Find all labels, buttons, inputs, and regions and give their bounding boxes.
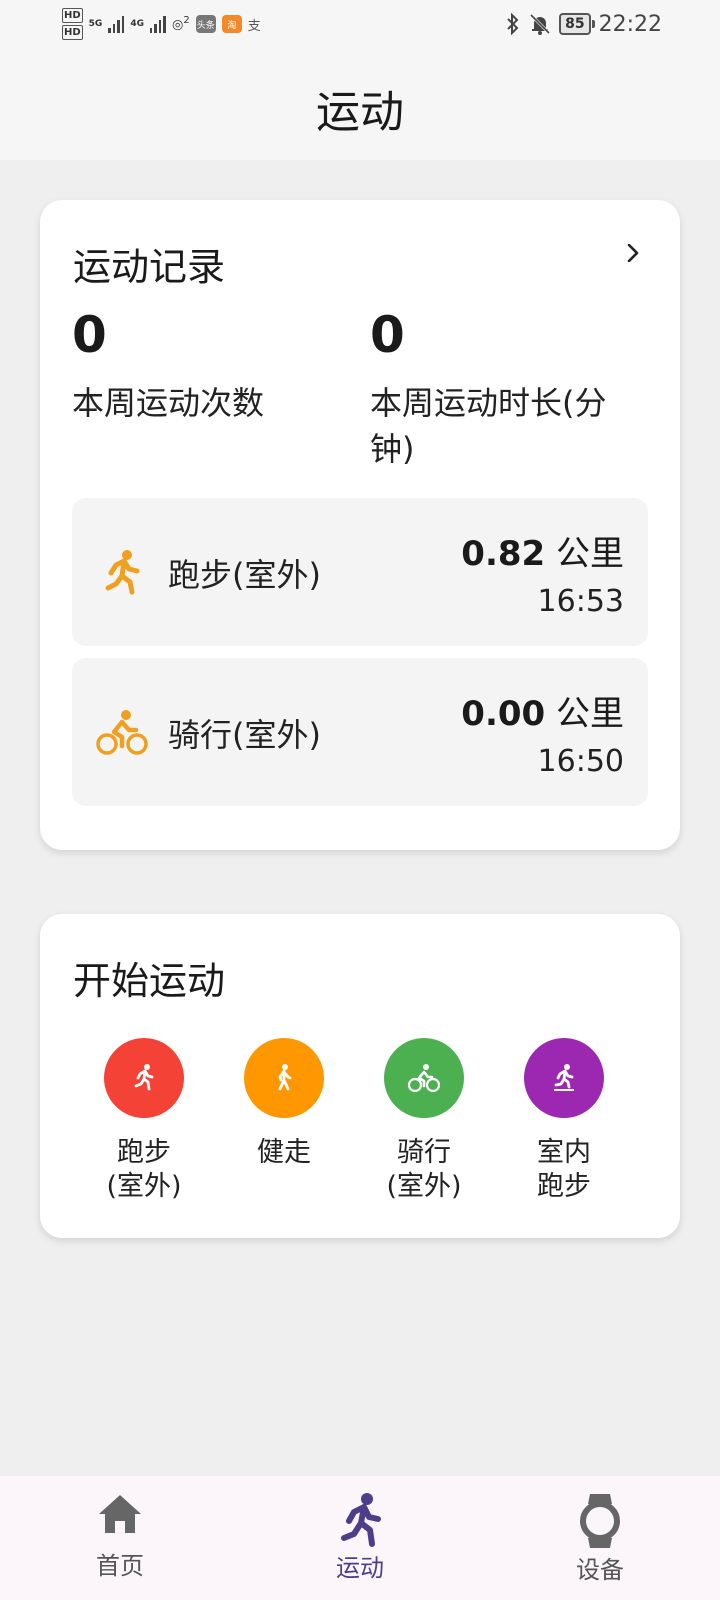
sport-circle[interactable] bbox=[104, 1038, 184, 1118]
sport-label: 跑步 (室外) bbox=[106, 1137, 182, 1202]
hotspot-count: 2 bbox=[183, 15, 190, 27]
alipay-icon: 支 bbox=[247, 18, 261, 34]
top-app-bar: 运动 bbox=[0, 48, 720, 160]
nav-item-home[interactable]: 首页 bbox=[50, 1492, 190, 1581]
status-bar: HD HD 5G 4G ◎2 头条 淘 支 85 22:22 bbox=[0, 0, 720, 48]
hotspot-icon: ◎2 bbox=[171, 15, 190, 33]
bluetooth-icon bbox=[507, 13, 519, 35]
weekly-count-value: 0 bbox=[72, 306, 107, 364]
app-notification-icon-2: 淘 bbox=[221, 15, 242, 33]
treadmill-icon bbox=[554, 1064, 574, 1091]
sport-label: 室内 跑步 bbox=[537, 1137, 591, 1202]
record-distance-value: 0.00 bbox=[461, 694, 546, 734]
mute-bell-icon bbox=[530, 13, 551, 35]
sport-circle[interactable] bbox=[384, 1038, 464, 1118]
sport-circle[interactable] bbox=[524, 1038, 604, 1118]
hd1-label: HD bbox=[62, 8, 83, 23]
start-running-outdoor-button[interactable]: 跑步 (室外) bbox=[84, 1038, 204, 1204]
cycling-icon bbox=[407, 1064, 441, 1093]
start-indoor-running-button[interactable]: 室内 跑步 bbox=[504, 1038, 624, 1204]
walking-icon bbox=[278, 1064, 292, 1091]
home-icon bbox=[99, 1495, 141, 1533]
weekly-count-label: 本周运动次数 bbox=[72, 384, 265, 422]
clock: 22:22 bbox=[598, 11, 662, 37]
record-distance-unit: 公里 bbox=[556, 534, 624, 574]
app-notification-icon: 头条 bbox=[195, 15, 216, 33]
chevron-right-icon[interactable] bbox=[624, 244, 642, 262]
watch-icon bbox=[580, 1494, 620, 1548]
record-distance-value: 0.82 bbox=[461, 534, 546, 574]
page-title: 运动 bbox=[316, 87, 404, 138]
bottom-navigation: 首页 运动 设备 bbox=[0, 1476, 720, 1600]
status-bar-left: HD HD 5G 4G ◎2 头条 淘 支 bbox=[62, 6, 261, 42]
record-time: 16:53 bbox=[537, 584, 624, 619]
start-walking-button[interactable]: 健走 bbox=[224, 1038, 344, 1170]
record-name: 骑行(室外) bbox=[168, 716, 321, 754]
cycling-icon bbox=[96, 710, 148, 755]
record-item-cycling[interactable]: 骑行(室外) 0.00 公里 16:50 bbox=[72, 658, 648, 806]
record-distance: 0.00 公里 bbox=[461, 686, 624, 735]
battery-icon: 85 bbox=[559, 13, 596, 35]
start-sport-title: 开始运动 bbox=[73, 959, 226, 1003]
start-sport-card: 开始运动 跑步 (室外) 健走 骑行 (室外) 室内 跑步 bbox=[40, 914, 680, 1238]
nav-label: 运动 bbox=[336, 1554, 384, 1582]
sport-label: 骑行 (室外) bbox=[386, 1137, 462, 1202]
hd-indicator: HD HD bbox=[62, 7, 83, 41]
record-name: 跑步(室外) bbox=[168, 556, 321, 594]
nav-label: 设备 bbox=[576, 1556, 624, 1584]
signal-icon-2 bbox=[149, 15, 166, 33]
network-4g: 4G bbox=[130, 19, 144, 29]
weekly-duration-label: 本周运动时长(分钟) bbox=[370, 384, 607, 468]
sport-circle[interactable] bbox=[244, 1038, 324, 1118]
running-icon bbox=[105, 550, 140, 595]
nav-item-device[interactable]: 设备 bbox=[530, 1492, 670, 1585]
running-icon bbox=[341, 1493, 381, 1547]
running-icon bbox=[134, 1064, 154, 1091]
record-distance-unit: 公里 bbox=[556, 694, 624, 734]
record-item-running[interactable]: 跑步(室外) 0.82 公里 16:53 bbox=[72, 498, 648, 646]
sport-records-card[interactable]: 运动记录 0 本周运动次数 0 本周运动时长(分钟) 跑步(室外) 0.82 公… bbox=[40, 200, 680, 850]
sport-label: 健走 bbox=[257, 1137, 311, 1168]
weekly-duration-value: 0 bbox=[370, 306, 405, 364]
signal-icon bbox=[108, 15, 125, 33]
status-bar-right: 85 22:22 bbox=[505, 6, 662, 42]
network-5g: 5G bbox=[88, 19, 103, 29]
hd2-label: HD bbox=[62, 25, 83, 40]
record-distance: 0.82 公里 bbox=[461, 526, 624, 575]
nav-item-sport[interactable]: 运动 bbox=[290, 1492, 430, 1583]
records-title: 运动记录 bbox=[73, 245, 226, 289]
nav-label: 首页 bbox=[96, 1552, 144, 1580]
start-cycling-outdoor-button[interactable]: 骑行 (室外) bbox=[364, 1038, 484, 1204]
record-time: 16:50 bbox=[537, 744, 624, 779]
